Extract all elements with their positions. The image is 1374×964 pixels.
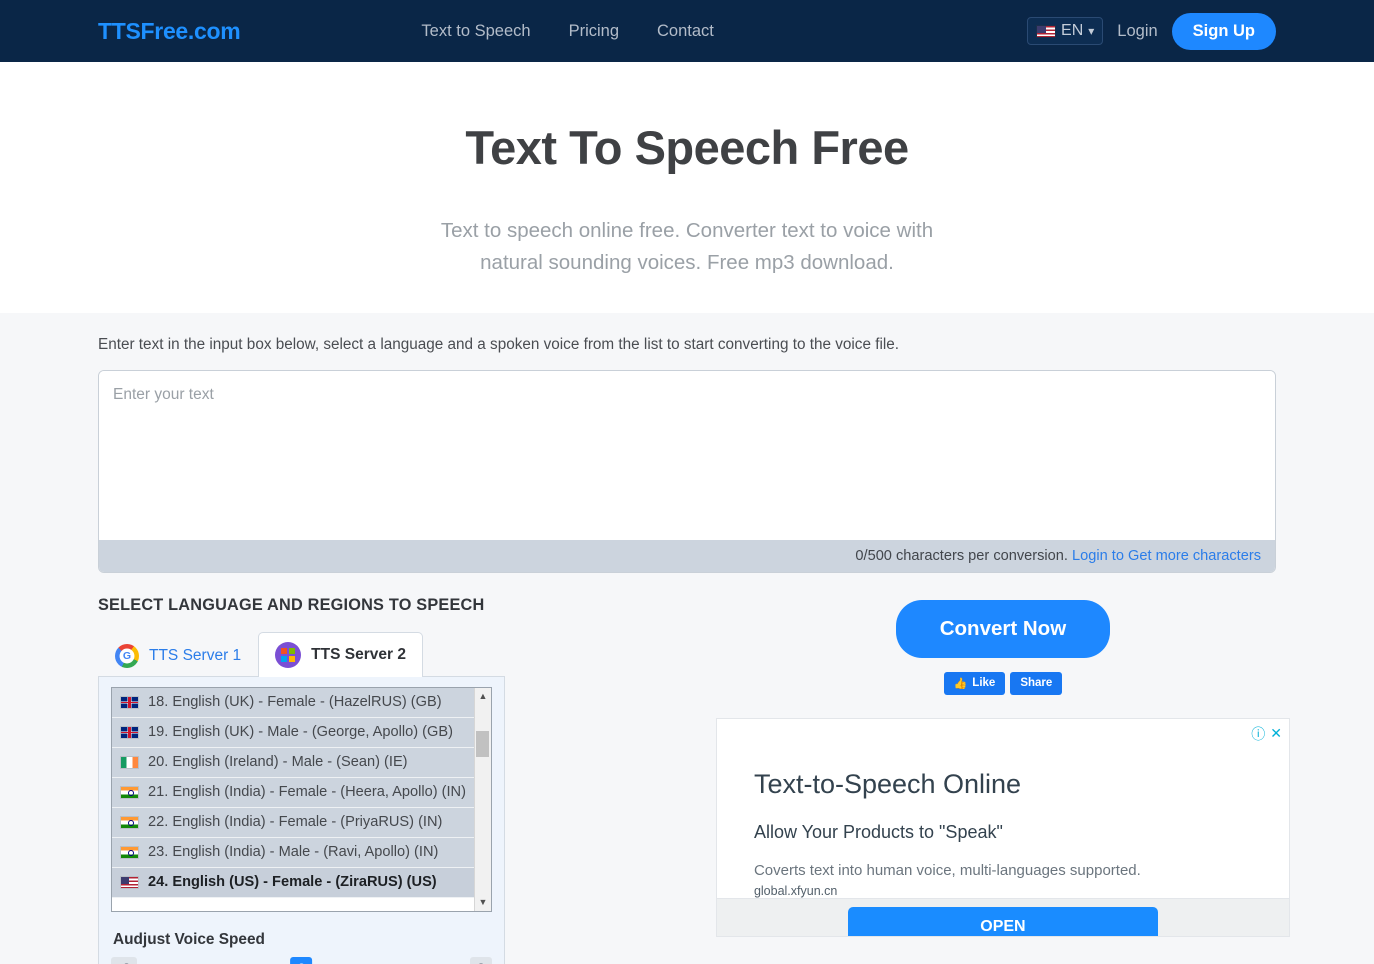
ad-open-button[interactable]: OPEN bbox=[847, 906, 1158, 936]
us-flag-icon bbox=[1036, 24, 1057, 38]
content-columns: SELECT LANGUAGE AND REGIONS TO SPEECH TT… bbox=[98, 596, 1290, 964]
facebook-share-button[interactable]: Share bbox=[1010, 671, 1063, 695]
voice-list-item-selected[interactable]: 24. English (US) - Female - (ZiraRUS) (U… bbox=[112, 867, 474, 898]
chevron-down-icon: ▾ bbox=[1088, 24, 1095, 38]
page-title: Text To Speech Free bbox=[465, 121, 909, 174]
text-input-container: 0/500 characters per conversion. Login t… bbox=[98, 369, 1276, 573]
gb-flag-icon bbox=[120, 725, 139, 739]
social-buttons: 👍 Like Share bbox=[716, 671, 1290, 695]
voice-label: 20. English (Ireland) - Male - (Sean) (I… bbox=[148, 754, 408, 771]
nav-item-text-to-speech[interactable]: Text to Speech bbox=[421, 22, 530, 41]
voice-label: 22. English (India) - Female - (PriyaRUS… bbox=[148, 814, 443, 831]
ad-description: Coverts text into human voice, multi-lan… bbox=[753, 861, 1141, 879]
text-input[interactable] bbox=[99, 370, 1275, 540]
tab-tts-server-2[interactable]: TTS Server 2 bbox=[258, 631, 423, 677]
ie-flag-icon bbox=[120, 755, 139, 769]
server-tabs: TTS Server 1 TTS Server 2 bbox=[98, 631, 505, 677]
voice-label: 18. English (UK) - Female - (HazelRUS) (… bbox=[148, 694, 442, 711]
voice-label: 19. English (UK) - Male - (George, Apoll… bbox=[148, 724, 453, 741]
thumbs-up-icon: 👍 bbox=[953, 677, 968, 690]
like-label: Like bbox=[972, 677, 996, 690]
character-counter-bar: 0/500 characters per conversion. Login t… bbox=[99, 539, 1275, 572]
voice-list-item[interactable]: 23. English (India) - Male - (Ravi, Apol… bbox=[112, 837, 474, 868]
voice-label: 24. English (US) - Female - (ZiraRUS) (U… bbox=[148, 874, 437, 891]
site-logo[interactable]: TTSFree.com bbox=[98, 18, 241, 45]
character-count-text: 0/500 characters per conversion. bbox=[855, 547, 1072, 564]
voice-list[interactable]: 18. English (UK) - Female - (HazelRUS) (… bbox=[112, 687, 474, 911]
instruction-text: Enter text in the input box below, selec… bbox=[98, 335, 900, 353]
voice-list-item[interactable]: 20. English (Ireland) - Male - (Sean) (I… bbox=[112, 747, 474, 778]
voice-section-title: SELECT LANGUAGE AND REGIONS TO SPEECH bbox=[98, 595, 485, 614]
nav-item-pricing[interactable]: Pricing bbox=[569, 22, 619, 41]
nav-item-contact[interactable]: Contact bbox=[657, 22, 714, 41]
ad-url: global.xfyun.cn bbox=[753, 883, 838, 898]
slider-current-value[interactable]: 0 bbox=[290, 956, 313, 964]
voice-list-item[interactable]: 19. English (UK) - Male - (George, Apoll… bbox=[112, 717, 474, 748]
hero-section: Text To Speech Free Text to speech onlin… bbox=[0, 62, 1374, 313]
convert-now-button[interactable]: Convert Now bbox=[895, 599, 1111, 658]
in-flag-icon bbox=[120, 815, 139, 829]
ad-controls: ⓘ ✕ bbox=[1251, 724, 1282, 744]
ad-info-icon[interactable]: ⓘ bbox=[1251, 724, 1265, 744]
page-subtitle: Text to speech online free. Converter te… bbox=[440, 219, 934, 274]
ad-body: Text-to-Speech Online Allow Your Product… bbox=[717, 719, 1289, 898]
google-logo-icon bbox=[115, 643, 139, 668]
language-label: EN bbox=[1061, 22, 1084, 39]
scroll-up-icon[interactable]: ▲ bbox=[478, 688, 487, 705]
voice-list-scrollbar[interactable]: ▲ ▼ bbox=[473, 687, 491, 911]
voice-list-item[interactable]: 21. English (India) - Female - (Heera, A… bbox=[112, 777, 474, 808]
ad-close-icon[interactable]: ✕ bbox=[1270, 725, 1282, 742]
microsoft-logo-icon bbox=[275, 641, 302, 668]
voice-list-item[interactable]: 18. English (UK) - Female - (HazelRUS) (… bbox=[112, 687, 474, 718]
voice-label: 21. English (India) - Female - (Heera, A… bbox=[148, 784, 466, 801]
voice-panel: 18. English (UK) - Female - (HazelRUS) (… bbox=[98, 675, 505, 964]
login-link[interactable]: Login bbox=[1117, 22, 1157, 41]
language-selector[interactable]: EN ▾ bbox=[1027, 17, 1104, 45]
signup-button[interactable]: Sign Up bbox=[1171, 12, 1276, 50]
facebook-like-button[interactable]: 👍 Like bbox=[943, 671, 1006, 695]
get-more-characters-link[interactable]: Login to Get more characters bbox=[1072, 548, 1261, 564]
tab-tts-server-1[interactable]: TTS Server 1 bbox=[98, 634, 258, 677]
navbar-right-group: EN ▾ Login Sign Up bbox=[1027, 12, 1276, 50]
ad-footer: OPEN bbox=[716, 897, 1289, 936]
ad-subtitle: Allow Your Products to "Speak" bbox=[753, 821, 1003, 842]
us-flag-icon bbox=[120, 875, 139, 889]
voice-selection-column: SELECT LANGUAGE AND REGIONS TO SPEECH TT… bbox=[98, 596, 505, 964]
voice-speed-slider[interactable]: -3 0 3 bbox=[111, 955, 492, 964]
voice-list-container: 18. English (UK) - Female - (HazelRUS) (… bbox=[111, 686, 492, 912]
voice-list-item[interactable]: 22. English (India) - Female - (PriyaRUS… bbox=[112, 807, 474, 838]
slider-max-label: 3 bbox=[470, 956, 492, 964]
scrollbar-thumb[interactable] bbox=[476, 730, 490, 757]
in-flag-icon bbox=[120, 785, 139, 799]
advertisement[interactable]: ⓘ ✕ Text-to-Speech Online Allow Your Pro… bbox=[715, 717, 1290, 937]
ad-title: Text-to-Speech Online bbox=[753, 768, 1022, 799]
slider-min-label: -3 bbox=[111, 956, 138, 964]
scroll-down-icon[interactable]: ▼ bbox=[478, 894, 487, 911]
main-nav: Text to Speech Pricing Contact bbox=[421, 22, 713, 41]
voice-speed-label: Audjust Voice Speed bbox=[113, 930, 265, 948]
actions-column: Convert Now 👍 Like Share ⓘ ✕ Text-to-Spe… bbox=[505, 596, 1290, 964]
in-flag-icon bbox=[120, 845, 139, 859]
gb-flag-icon bbox=[120, 695, 139, 709]
top-navbar: TTSFree.com Text to Speech Pricing Conta… bbox=[0, 0, 1374, 62]
voice-label: 23. English (India) - Male - (Ravi, Apol… bbox=[148, 844, 439, 861]
tab-label-server-2: TTS Server 2 bbox=[311, 645, 406, 663]
main-content: Enter text in the input box below, selec… bbox=[0, 312, 1374, 964]
tab-label-server-1: TTS Server 1 bbox=[149, 646, 242, 664]
